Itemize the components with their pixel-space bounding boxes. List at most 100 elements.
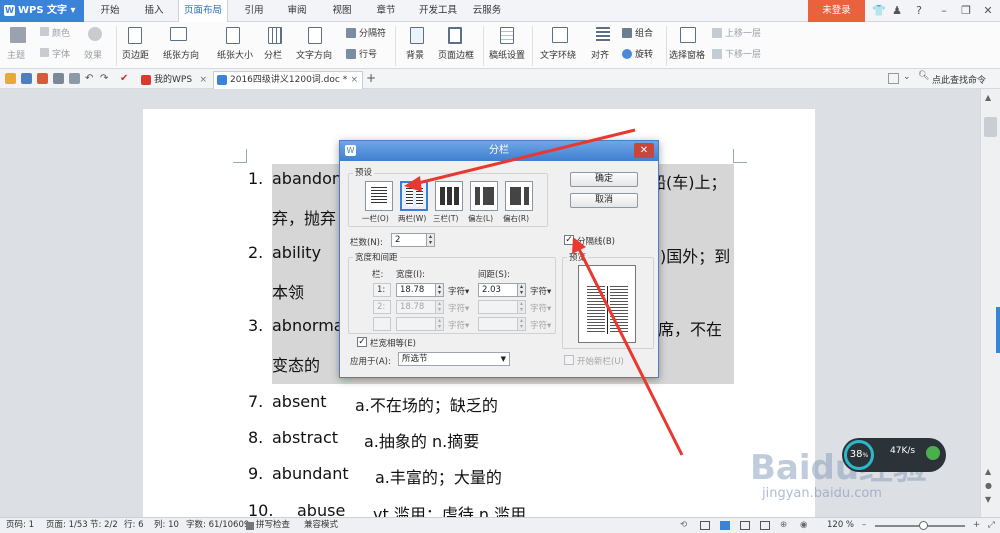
- print-icon[interactable]: [53, 73, 64, 84]
- column-count-spinner[interactable]: ▴ ▾: [426, 233, 435, 247]
- spacing-header: 间距(S):: [478, 270, 510, 280]
- reading-view-icon[interactable]: [760, 521, 770, 530]
- eye-protection-icon[interactable]: ◉: [800, 518, 807, 533]
- status-pages: 页面: 1/53: [46, 520, 88, 530]
- column-count-input[interactable]: 2: [391, 233, 427, 247]
- preset-left[interactable]: [470, 181, 498, 211]
- zoom-level[interactable]: 120 %: [827, 518, 854, 533]
- scroll-up-icon[interactable]: ▲: [985, 93, 991, 102]
- tab-view[interactable]: 视图: [328, 0, 356, 22]
- apply-to-select[interactable]: 所选节 ▼: [398, 352, 510, 366]
- minimize-icon[interactable]: –: [933, 0, 955, 22]
- page-border-button[interactable]: 页面边框: [438, 48, 474, 61]
- app-menu-button[interactable]: W WPS 文字 ▾: [0, 0, 84, 22]
- close-tab-icon[interactable]: ×: [350, 72, 358, 88]
- vertical-scrollbar[interactable]: ▲ ▲ ● ▼: [980, 89, 1000, 517]
- tab-developer[interactable]: 开发工具: [416, 0, 460, 22]
- expand-icon[interactable]: ⤢: [988, 518, 995, 533]
- font-button[interactable]: 字体: [52, 47, 70, 60]
- paper-size-button[interactable]: 纸张大小: [217, 48, 253, 61]
- status-word-count[interactable]: 字数: 61/10609: [186, 518, 249, 533]
- tab-cloud[interactable]: 云服务: [470, 0, 504, 22]
- margins-button[interactable]: 页边距: [122, 48, 149, 61]
- tab-page-layout[interactable]: 页面布局: [178, 0, 228, 22]
- new-tab-icon[interactable]: +: [366, 71, 376, 85]
- side-panel-toggle[interactable]: [996, 307, 1000, 353]
- dialog-close-button[interactable]: ✕: [634, 143, 654, 158]
- width-unit[interactable]: 字符▾: [448, 285, 469, 297]
- previous-page-icon[interactable]: ▲: [985, 467, 991, 476]
- save-icon[interactable]: [21, 73, 32, 84]
- align-button[interactable]: 对齐: [591, 48, 609, 61]
- text-direction-button[interactable]: 文字方向: [296, 48, 332, 61]
- column-spacing-input[interactable]: 2.03: [478, 283, 518, 297]
- doc-tab-my-wps[interactable]: 我的WPS ×: [137, 71, 211, 89]
- chevron-down-icon[interactable]: ⌄: [903, 72, 911, 82]
- zoom-in-icon[interactable]: +: [973, 518, 980, 533]
- bring-forward-button[interactable]: 上移一层: [725, 26, 761, 39]
- preset-three-columns[interactable]: [435, 181, 463, 211]
- theme-button[interactable]: 主题: [7, 48, 25, 61]
- group-button[interactable]: 组合: [635, 26, 653, 39]
- spacing-spinner: ▴ ▾: [517, 300, 526, 314]
- preset-one-column[interactable]: [365, 181, 393, 211]
- effect-button[interactable]: 效果: [84, 48, 102, 61]
- zoom-out-icon[interactable]: –: [862, 518, 866, 533]
- rotate-button[interactable]: 旋转: [635, 47, 653, 60]
- cancel-button[interactable]: 取消: [570, 193, 638, 208]
- select-browse-object-icon[interactable]: ●: [985, 481, 992, 490]
- separator-button[interactable]: 分隔符: [359, 26, 386, 39]
- tab-references[interactable]: 引用: [240, 0, 268, 22]
- network-gauge-widget[interactable]: 38% 47K/s: [842, 438, 946, 472]
- open-icon[interactable]: [5, 73, 16, 84]
- web-view-icon[interactable]: ⊕: [780, 518, 787, 533]
- fullscreen-icon[interactable]: [700, 521, 710, 530]
- outline-view-icon[interactable]: [740, 521, 750, 530]
- column-width-input[interactable]: 18.78: [396, 283, 436, 297]
- doc-tab-active[interactable]: 2016四级讲义1200词.doc * ×: [213, 71, 363, 89]
- export-pdf-icon[interactable]: [37, 73, 48, 84]
- effect-icon: [88, 27, 102, 41]
- spell-check-button[interactable]: 拼写检查: [256, 518, 290, 533]
- zoom-slider-thumb[interactable]: [919, 521, 928, 530]
- window-icon[interactable]: [888, 73, 899, 84]
- tab-chapter[interactable]: 章节: [372, 0, 400, 22]
- orientation-button[interactable]: 纸张方向: [163, 48, 199, 61]
- preset-two-columns[interactable]: [400, 181, 428, 211]
- columns-button[interactable]: 分栏: [264, 48, 282, 61]
- divider-line-checkbox[interactable]: ✓: [564, 235, 574, 245]
- draft-paper-button[interactable]: 稿纸设置: [489, 48, 525, 61]
- wrap-text-button[interactable]: 文字环绕: [540, 48, 576, 61]
- history-icon[interactable]: ⟲: [680, 518, 687, 533]
- command-search[interactable]: 点此查找命令: [932, 73, 986, 86]
- line-numbers-button[interactable]: 行号: [359, 47, 377, 60]
- pin-icon[interactable]: ✔: [120, 73, 131, 84]
- equal-width-checkbox[interactable]: ✓: [357, 337, 367, 347]
- redo-icon[interactable]: ↷: [100, 73, 111, 84]
- background-button[interactable]: 背景: [406, 48, 424, 61]
- margins-icon: [128, 27, 142, 44]
- selection-pane-button[interactable]: 选择窗格: [669, 48, 705, 61]
- scroll-thumb[interactable]: [984, 117, 997, 137]
- list-item-word: abnorma: [272, 316, 344, 335]
- next-page-icon[interactable]: ▼: [985, 495, 991, 504]
- spacing-unit[interactable]: 字符▾: [530, 285, 551, 297]
- page-view-icon[interactable]: [720, 521, 730, 530]
- undo-icon[interactable]: ↶: [85, 73, 96, 84]
- send-backward-button[interactable]: 下移一层: [725, 47, 761, 60]
- tab-insert[interactable]: 插入: [140, 0, 168, 22]
- close-tab-icon[interactable]: ×: [199, 72, 207, 88]
- user-icon[interactable]: ♟: [886, 0, 908, 22]
- close-window-icon[interactable]: ✕: [977, 0, 999, 22]
- spacing-spinner[interactable]: ▴ ▾: [517, 283, 526, 297]
- login-button[interactable]: 未登录: [808, 0, 865, 22]
- preset-right[interactable]: [505, 181, 533, 211]
- ok-button[interactable]: 确定: [570, 172, 638, 187]
- color-button[interactable]: 颜色: [52, 26, 70, 39]
- print-preview-icon[interactable]: [69, 73, 80, 84]
- width-spinner[interactable]: ▴ ▾: [435, 283, 444, 297]
- tab-home[interactable]: 开始: [96, 0, 124, 22]
- help-icon[interactable]: ?: [908, 0, 930, 22]
- restore-icon[interactable]: ❐: [955, 0, 977, 22]
- tab-review[interactable]: 审阅: [283, 0, 311, 22]
